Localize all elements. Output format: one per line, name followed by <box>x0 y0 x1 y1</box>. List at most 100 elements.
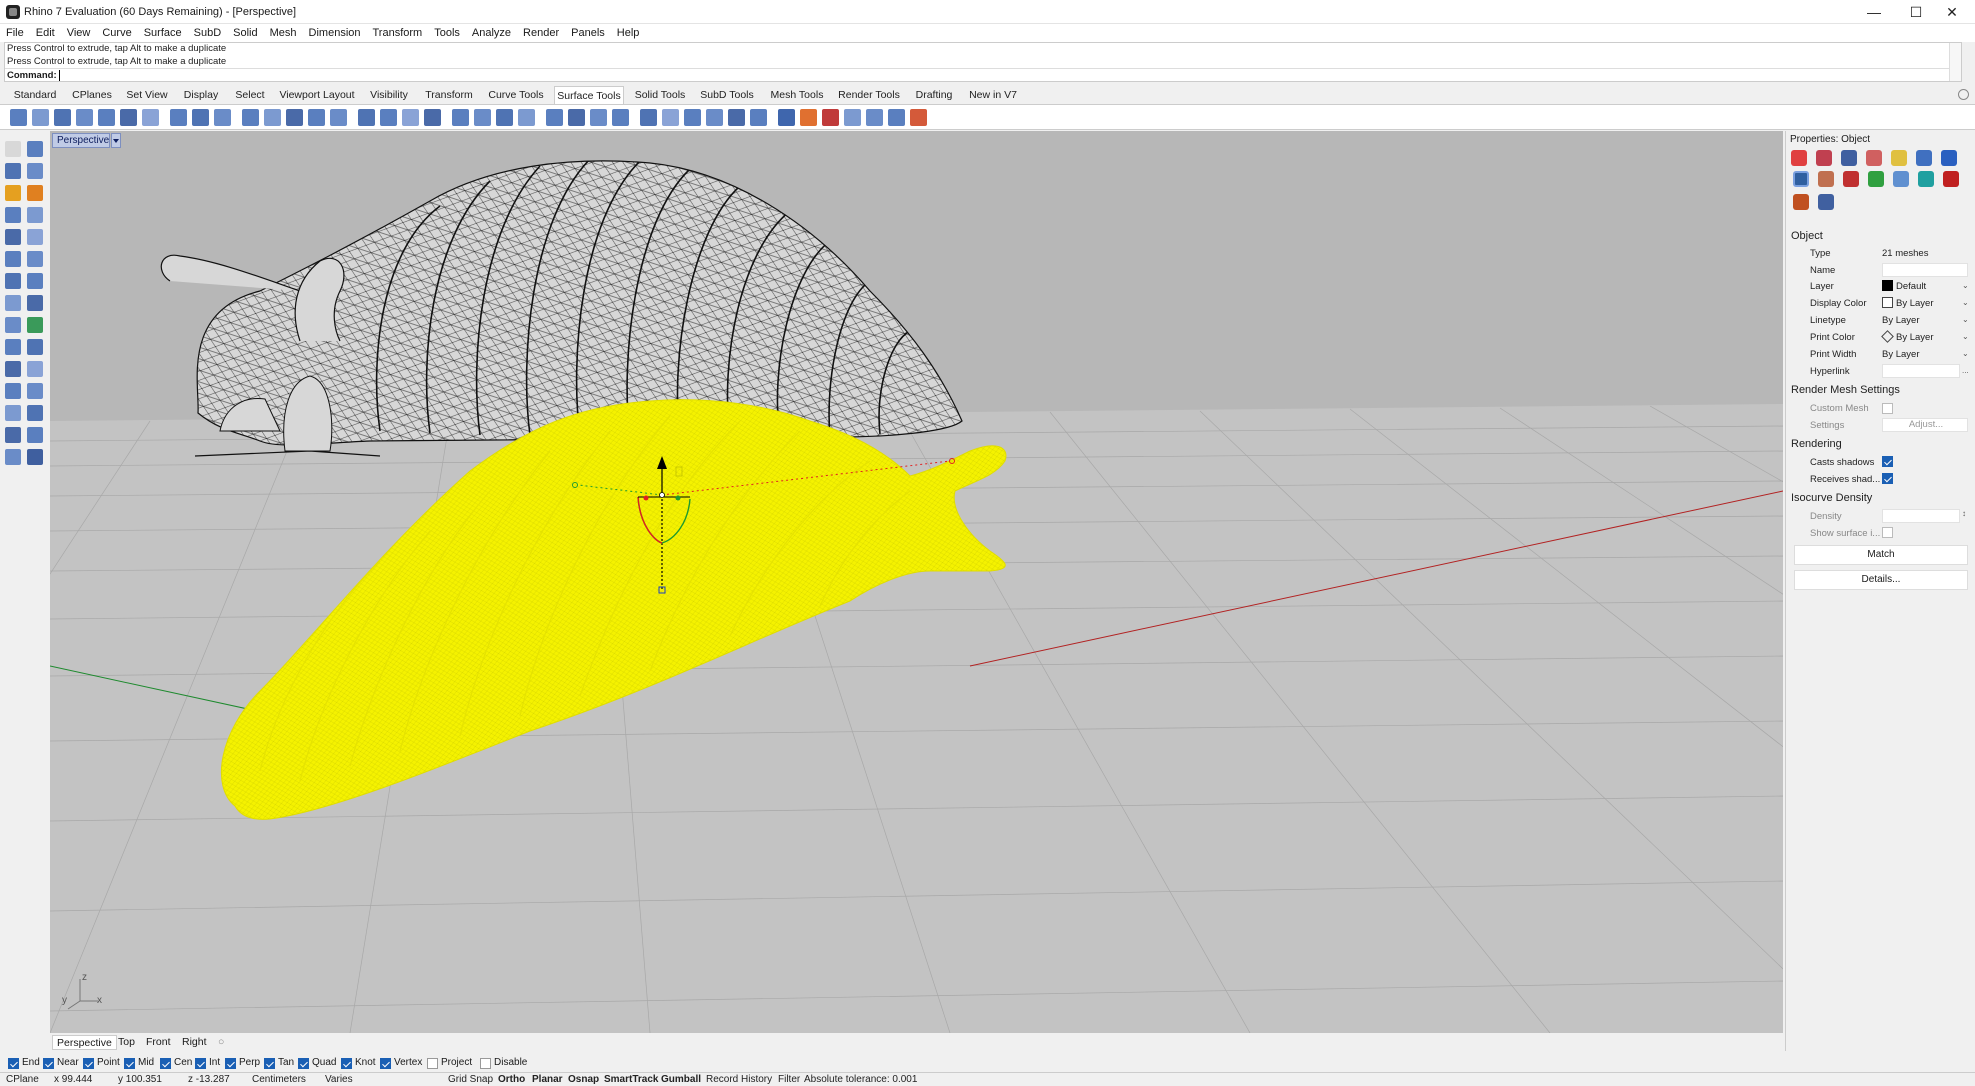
blend-srf-icon[interactable] <box>308 109 325 126</box>
osnap-vertex-checkbox[interactable] <box>380 1058 391 1069</box>
mirror-tool-icon[interactable] <box>27 427 43 443</box>
planar-toggle[interactable]: Planar <box>532 1074 563 1086</box>
print-width-dropdown-icon[interactable]: ⌄ <box>1962 349 1969 358</box>
tab-set-view[interactable]: Set View <box>124 86 170 104</box>
polygon-tool-icon[interactable] <box>27 251 43 267</box>
environment-icon[interactable] <box>1918 171 1934 187</box>
split-icon[interactable] <box>380 109 397 126</box>
menu-edit[interactable]: Edit <box>30 24 61 42</box>
curve-tool-icon[interactable] <box>5 185 21 201</box>
show-surface-isocurves-checkbox[interactable] <box>1882 527 1893 538</box>
scale-tool-icon[interactable] <box>5 427 21 443</box>
object-properties-icon[interactable] <box>1791 150 1807 166</box>
color-chart-icon[interactable] <box>27 317 43 333</box>
layers-icon[interactable] <box>1891 150 1907 166</box>
gumball-toggle[interactable]: Gumball <box>661 1074 701 1086</box>
draft-angle-icon[interactable] <box>662 109 679 126</box>
menu-tools[interactable]: Tools <box>428 24 466 42</box>
menu-surface[interactable]: Surface <box>138 24 188 42</box>
merge-srf-icon[interactable] <box>496 109 513 126</box>
sphere-palette-icon[interactable] <box>27 361 43 377</box>
gear-icon[interactable] <box>1958 89 1969 100</box>
sweep2-icon[interactable] <box>170 109 187 126</box>
flow-along-srf-icon[interactable] <box>612 109 629 126</box>
circle-tool-icon[interactable] <box>5 229 21 245</box>
rectangle-tool-icon[interactable] <box>27 207 43 223</box>
patch-icon[interactable] <box>214 109 231 126</box>
menu-panels[interactable]: Panels <box>565 24 611 42</box>
custom-mesh-checkbox[interactable] <box>1882 403 1893 414</box>
tab-mesh-tools[interactable]: Mesh Tools <box>766 86 828 104</box>
receives-shadows-checkbox[interactable] <box>1882 473 1893 484</box>
osnap-disable-checkbox[interactable] <box>480 1058 491 1069</box>
surface-from-points-icon[interactable] <box>10 109 27 126</box>
osnap-knot[interactable]: Knot <box>341 1057 376 1069</box>
polyline-tool-icon[interactable] <box>27 163 43 179</box>
adjust-button[interactable]: Adjust... <box>1882 418 1968 432</box>
change-degree-icon[interactable] <box>546 109 563 126</box>
rotate-tool-icon[interactable] <box>27 405 43 421</box>
tab-transform[interactable]: Transform <box>422 86 476 104</box>
osnap-disable[interactable]: Disable <box>480 1057 527 1069</box>
menu-render[interactable]: Render <box>517 24 565 42</box>
display-icon[interactable] <box>1866 150 1882 166</box>
surface-from-edges-icon[interactable] <box>32 109 49 126</box>
unroll-icon[interactable] <box>590 109 607 126</box>
move-tool-icon[interactable] <box>5 405 21 421</box>
tab-surface-tools[interactable]: Surface Tools <box>554 86 624 104</box>
box-tool-icon[interactable] <box>27 295 43 311</box>
osnap-end-checkbox[interactable] <box>8 1058 19 1069</box>
cplane-indicator[interactable]: CPlane <box>6 1074 39 1086</box>
notifications-icon[interactable] <box>1941 150 1957 166</box>
tab-curve-tools[interactable]: Curve Tools <box>486 86 546 104</box>
menu-solid[interactable]: Solid <box>227 24 263 42</box>
dir-icon[interactable] <box>750 109 767 126</box>
line-icon[interactable] <box>844 109 861 126</box>
print-color-value[interactable]: By Layer <box>1896 332 1934 343</box>
osnap-project[interactable]: Project <box>427 1057 472 1069</box>
viewport-tab-perspective[interactable]: Perspective <box>52 1035 117 1050</box>
trim-icon[interactable] <box>358 109 375 126</box>
point-edit-icon[interactable] <box>27 141 43 157</box>
boolean-tool-icon[interactable] <box>27 339 43 355</box>
viewport-menu-dropdown[interactable] <box>111 133 121 148</box>
light-icon[interactable] <box>1841 150 1857 166</box>
close-icon[interactable]: ✕ <box>1929 0 1975 24</box>
menu-mesh[interactable]: Mesh <box>264 24 303 42</box>
osnap-perp[interactable]: Perp <box>225 1057 260 1069</box>
command-scrollbar[interactable] <box>1949 43 1961 81</box>
osnap-point[interactable]: Point <box>83 1057 120 1069</box>
freeform-tool-icon[interactable] <box>5 273 21 289</box>
hyperlink-browse-button[interactable]: ... <box>1962 366 1969 375</box>
name-field[interactable] <box>1882 263 1968 277</box>
osnap-cen-checkbox[interactable] <box>160 1058 171 1069</box>
osnap-knot-checkbox[interactable] <box>341 1058 352 1069</box>
zebra-icon[interactable] <box>684 109 701 126</box>
emap-icon[interactable] <box>728 109 745 126</box>
curvature-icon[interactable] <box>640 109 657 126</box>
env-map-icon[interactable] <box>706 109 723 126</box>
sun-icon[interactable] <box>1793 194 1809 210</box>
loft-icon[interactable] <box>98 109 115 126</box>
line-tool-icon[interactable] <box>5 163 21 179</box>
viewport-tab-top[interactable]: Top <box>114 1035 139 1050</box>
shade-icon[interactable] <box>1868 171 1884 187</box>
texture-icon[interactable] <box>1893 171 1909 187</box>
display-color-value[interactable]: By Layer <box>1896 298 1934 309</box>
match-srf-icon[interactable] <box>474 109 491 126</box>
menu-transform[interactable]: Transform <box>367 24 429 42</box>
pyramid-tool-icon[interactable] <box>27 383 43 399</box>
perspective-viewport[interactable]: z y x Perspective <box>50 131 1783 1033</box>
osnap-mid[interactable]: Mid <box>124 1057 154 1069</box>
display-color-dropdown-icon[interactable]: ⌄ <box>1962 298 1969 307</box>
density-field[interactable] <box>1882 509 1960 523</box>
osnap-point-checkbox[interactable] <box>83 1058 94 1069</box>
rebuild-icon[interactable] <box>452 109 469 126</box>
dimension-tool-icon[interactable] <box>5 449 21 465</box>
viewport-tab-right[interactable]: Right <box>178 1035 211 1050</box>
osnap-toggle[interactable]: Osnap <box>568 1074 599 1086</box>
analyze-icon[interactable] <box>822 109 839 126</box>
mesh-tool-icon[interactable] <box>866 109 883 126</box>
untrim-icon[interactable] <box>402 109 419 126</box>
libraries-icon[interactable] <box>1916 150 1932 166</box>
